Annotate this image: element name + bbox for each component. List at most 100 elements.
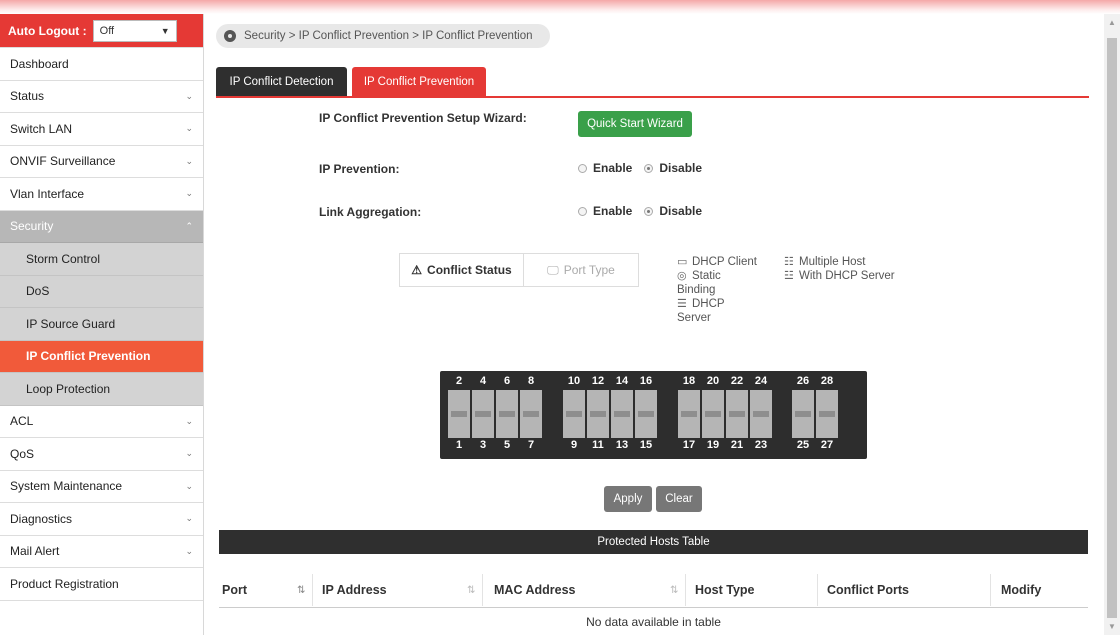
apply-button[interactable]: Apply — [604, 486, 652, 512]
auto-logout-select[interactable]: Off ▼ — [92, 19, 177, 42]
breadcrumb-text: Security > IP Conflict Prevention > IP C… — [244, 30, 533, 42]
warning-icon: ⚠ — [411, 263, 423, 277]
column-divider — [685, 574, 686, 606]
chevron-down-icon: ⌄ — [185, 480, 193, 491]
conflict-status-label: Conflict Status — [427, 263, 512, 277]
port[interactable] — [520, 390, 542, 438]
port-number-bottom: 19 — [706, 439, 720, 451]
sidebar-item-label: Status — [10, 89, 45, 104]
port[interactable] — [563, 390, 585, 438]
sidebar-item-diagnostics[interactable]: Diagnostics ⌄ — [0, 503, 203, 536]
column-header-port[interactable]: Port — [222, 572, 247, 608]
conflict-status-toggle[interactable]: ⚠ Conflict Status — [400, 254, 524, 286]
port-number-bottom: 15 — [639, 439, 653, 451]
link-aggregation-disable-radio[interactable] — [644, 206, 654, 216]
port-number-bottom: 23 — [754, 439, 768, 451]
sidebar-item-dashboard[interactable]: Dashboard — [0, 48, 203, 81]
port-number-top: 10 — [567, 375, 581, 387]
multiple-host-icon: ☷ — [784, 256, 794, 268]
scroll-up-icon[interactable]: ▲ — [1108, 18, 1116, 27]
sort-asc-icon[interactable]: ⇅ — [297, 585, 305, 596]
static-binding-icon: ◎ — [677, 270, 687, 282]
port-number-top: 18 — [682, 375, 696, 387]
port[interactable] — [816, 390, 838, 438]
link-aggregation-enable-radio[interactable] — [578, 206, 587, 216]
legend-with-dhcp-server: With DHCP Server — [799, 270, 895, 282]
port[interactable] — [702, 390, 724, 438]
port-number-top: 16 — [639, 375, 653, 387]
sidebar-item-label: Switch LAN — [10, 121, 73, 136]
chevron-down-icon: ▼ — [160, 25, 170, 36]
sidebar-item-switch-lan[interactable]: Switch LAN ⌄ — [0, 113, 203, 146]
sidebar: Auto Logout : Off ▼ Dashboard Status ⌄ Sw… — [0, 14, 204, 635]
port[interactable] — [587, 390, 609, 438]
port-number-bottom: 3 — [479, 439, 487, 451]
with-dhcp-server-icon: ☳ — [784, 270, 794, 282]
port[interactable] — [611, 390, 633, 438]
port-number-bottom: 17 — [682, 439, 696, 451]
chevron-down-icon: ⌄ — [185, 513, 193, 524]
chevron-down-icon: ⌄ — [185, 545, 193, 556]
sidebar-item-security[interactable]: Security ⌃ — [0, 210, 203, 243]
clear-button[interactable]: Clear — [656, 486, 702, 512]
sidebar-item-label: ACL — [10, 414, 34, 429]
port-number-top: 2 — [455, 375, 463, 387]
port[interactable] — [448, 390, 470, 438]
chevron-down-icon: ⌄ — [185, 155, 193, 166]
scroll-down-icon[interactable]: ▼ — [1108, 622, 1116, 631]
ip-prevention-enable-radio[interactable] — [578, 163, 587, 173]
page-scrollbar[interactable]: ▲ ▼ — [1104, 14, 1120, 635]
port-type-toggle[interactable]: 🖵 Port Type — [524, 254, 638, 286]
port[interactable] — [472, 390, 494, 438]
sidebar-item-status[interactable]: Status ⌄ — [0, 80, 203, 113]
port-number-top: 20 — [706, 375, 720, 387]
sort-icon[interactable]: ⇅ — [670, 585, 678, 596]
port-number-top: 8 — [527, 375, 535, 387]
sidebar-item-onvif[interactable]: ONVIF Surveillance ⌄ — [0, 145, 203, 178]
sidebar-sub-ip-conflict-prevention[interactable]: IP Conflict Prevention — [0, 340, 203, 373]
sidebar-item-qos[interactable]: QoS ⌄ — [0, 438, 203, 471]
sidebar-item-system-maintenance[interactable]: System Maintenance ⌄ — [0, 470, 203, 503]
port[interactable] — [792, 390, 814, 438]
radio-label-enable: Enable — [593, 161, 633, 175]
tab-ip-conflict-prevention[interactable]: IP Conflict Prevention — [352, 67, 486, 96]
sidebar-item-mail-alert[interactable]: Mail Alert ⌄ — [0, 535, 203, 568]
sidebar-sub-loop-protection[interactable]: Loop Protection — [0, 373, 203, 406]
sidebar-item-label: Vlan Interface — [10, 186, 85, 201]
column-divider — [990, 574, 991, 606]
column-header-mac-address[interactable]: MAC Address — [494, 572, 576, 608]
port-group-4 — [792, 390, 840, 438]
sidebar-sub-dos[interactable]: DoS — [0, 275, 203, 308]
sidebar-sub-ip-source-guard[interactable]: IP Source Guard — [0, 308, 203, 341]
radio-label-disable: Disable — [659, 161, 703, 175]
legend-static-1: Static — [692, 270, 721, 282]
port-number-top: 14 — [615, 375, 629, 387]
port[interactable] — [678, 390, 700, 438]
sidebar-item-acl[interactable]: ACL ⌄ — [0, 405, 203, 438]
port-number-bottom: 25 — [796, 439, 810, 451]
column-divider — [312, 574, 313, 606]
scrollbar-thumb[interactable] — [1107, 38, 1117, 618]
sidebar-item-label: Diagnostics — [10, 511, 73, 526]
port[interactable] — [750, 390, 772, 438]
quick-start-wizard-button[interactable]: Quick Start Wizard — [578, 111, 692, 137]
port-number-bottom: 27 — [820, 439, 834, 451]
port-group-2 — [563, 390, 659, 438]
sort-icon[interactable]: ⇅ — [467, 585, 475, 596]
column-header-ip-address[interactable]: IP Address — [322, 572, 387, 608]
port[interactable] — [496, 390, 518, 438]
tab-ip-conflict-detection[interactable]: IP Conflict Detection — [216, 67, 347, 96]
sidebar-sub-storm-control[interactable]: Storm Control — [0, 243, 203, 276]
tab-bar: IP Conflict Detection IP Conflict Preven… — [216, 67, 1089, 98]
radio-label-enable: Enable — [593, 204, 633, 218]
chevron-down-icon: ⌄ — [185, 123, 193, 134]
port-number-top: 26 — [796, 375, 810, 387]
port[interactable] — [635, 390, 657, 438]
port[interactable] — [726, 390, 748, 438]
column-header-modify: Modify — [1001, 583, 1042, 597]
sidebar-item-vlan[interactable]: Vlan Interface ⌄ — [0, 178, 203, 211]
chevron-down-icon: ⌄ — [185, 188, 193, 199]
sidebar-item-product-registration[interactable]: Product Registration — [0, 568, 203, 601]
monitor-icon: ▭ — [677, 256, 688, 268]
ip-prevention-disable-radio[interactable] — [644, 163, 654, 173]
